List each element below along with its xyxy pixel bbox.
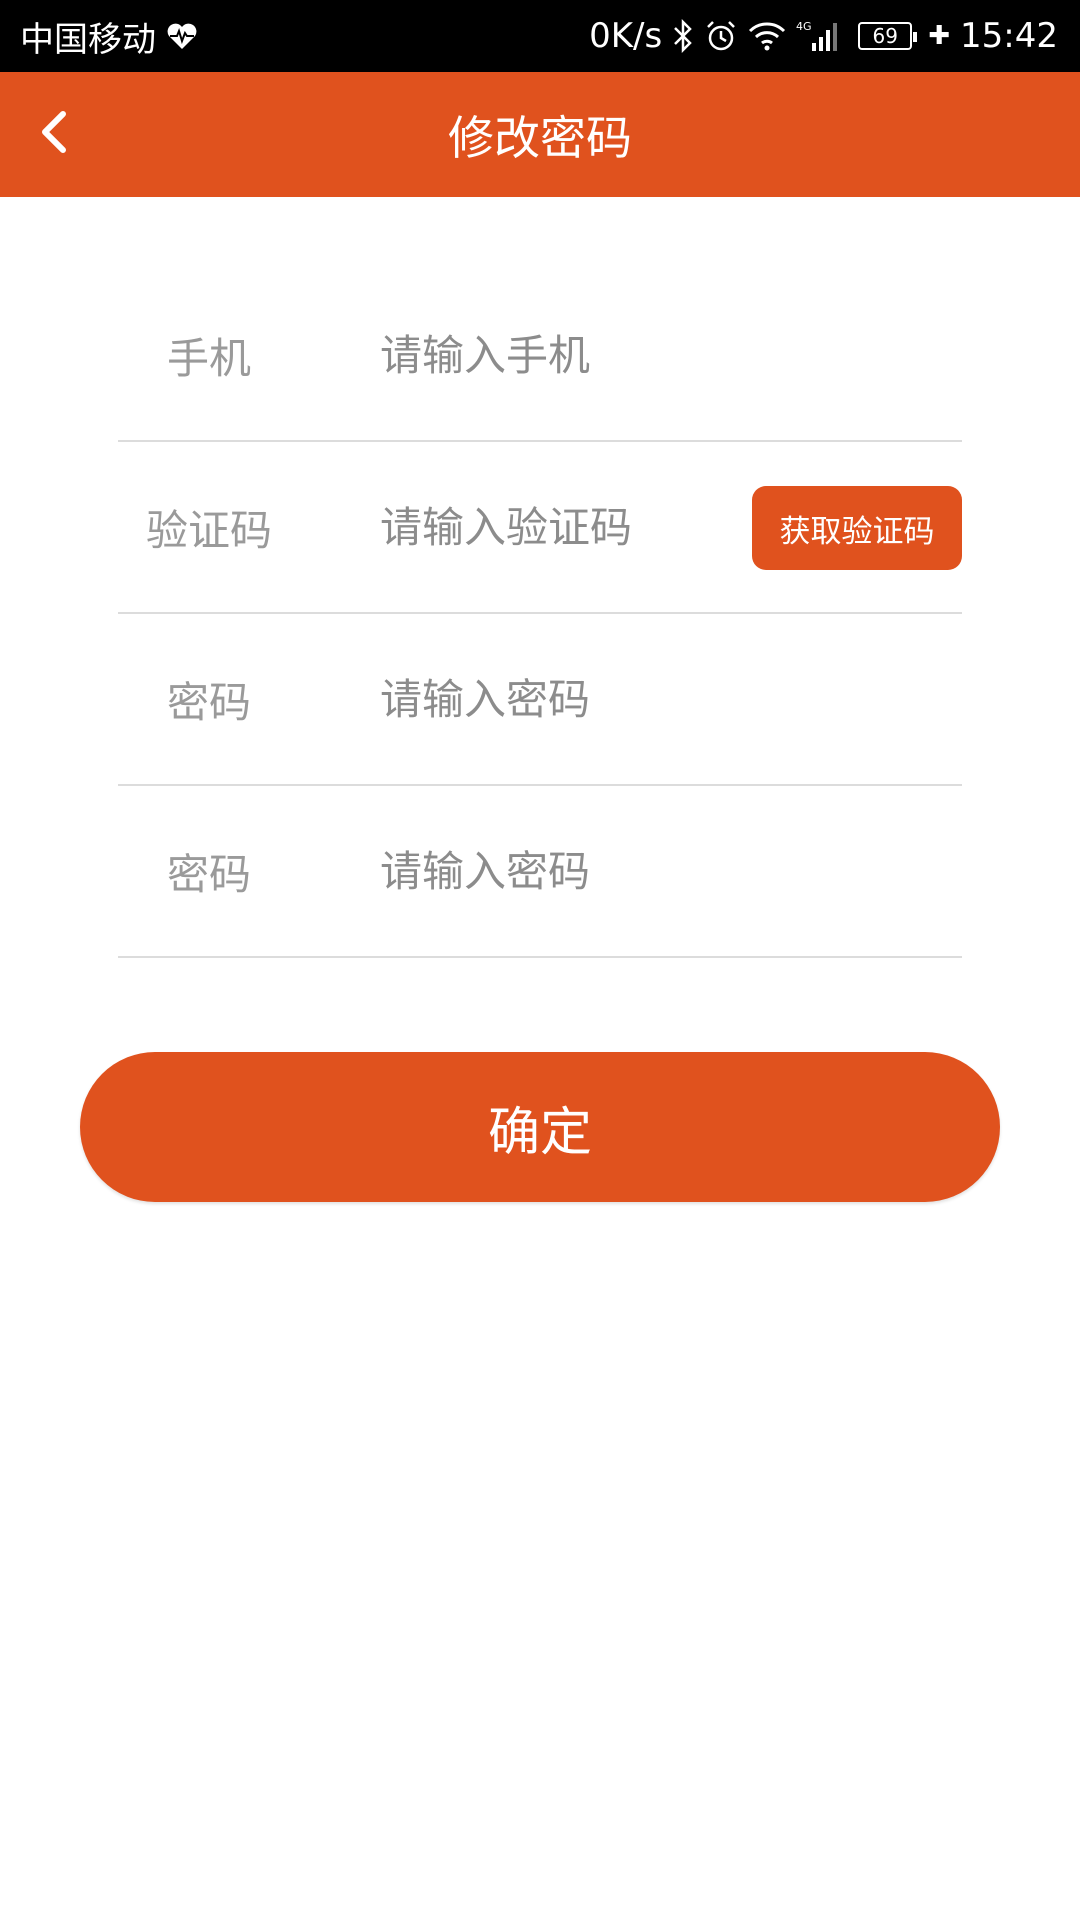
bluetooth-icon [672, 19, 694, 53]
confirm-button[interactable]: 确定 [80, 1052, 1000, 1202]
alarm-icon [704, 19, 738, 53]
password-row: 密码 [118, 614, 962, 786]
password-confirm-row: 密码 [118, 786, 962, 958]
battery-icon: 69 [858, 22, 918, 50]
carrier-name: 中国移动 [20, 19, 156, 60]
back-button[interactable] [22, 102, 86, 166]
page-title: 修改密码 [448, 110, 632, 165]
status-bar-left: 中国移动 [20, 12, 198, 61]
password-label: 密码 [166, 677, 251, 727]
network-type-label: 4G [796, 20, 812, 33]
phone-label: 手机 [166, 333, 251, 383]
heart-rate-icon [166, 21, 198, 51]
status-bar-right: 0K/s 4G 69 ✚ 15:42 [589, 16, 1058, 56]
code-label: 验证码 [145, 505, 272, 555]
password-input[interactable] [380, 614, 962, 784]
signal-icon: 4G [796, 19, 842, 53]
phone-row: 手机 [118, 270, 962, 442]
phone-input[interactable] [380, 270, 962, 440]
net-speed: 0K/s [589, 16, 663, 56]
password-confirm-label: 密码 [166, 849, 251, 899]
app-bar: 修改密码 [0, 72, 1080, 197]
battery-level: 69 [872, 24, 898, 48]
code-row: 验证码 获取验证码 [118, 442, 962, 614]
wifi-icon [748, 21, 786, 51]
charging-icon: ✚ [928, 21, 951, 51]
password-confirm-input[interactable] [380, 786, 962, 956]
get-code-button[interactable]: 获取验证码 [752, 486, 962, 570]
status-bar: 中国移动 0K/s 4G 69 ✚ 15:42 [0, 0, 1080, 72]
change-password-form: 手机 验证码 获取验证码 密码 密码 [118, 270, 962, 958]
chevron-left-icon [37, 110, 71, 158]
clock: 15:42 [960, 16, 1058, 56]
